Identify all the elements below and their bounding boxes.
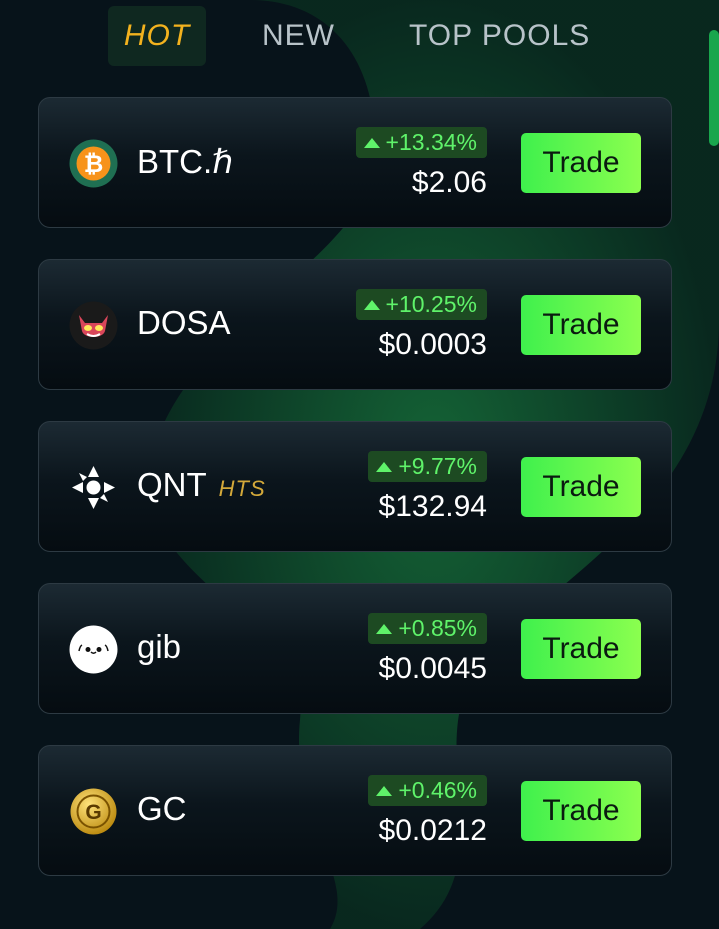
btc-icon: ₿ (69, 139, 118, 188)
change-badge: +0.46% (368, 775, 487, 806)
change-badge: +9.77% (368, 451, 487, 482)
up-arrow-icon (376, 623, 393, 634)
token-symbol: gib (137, 628, 182, 665)
gib-icon (69, 625, 118, 674)
tab-hot[interactable]: HOT (108, 6, 206, 66)
up-arrow-icon (376, 785, 393, 796)
token-price: $0.0003 (378, 328, 487, 361)
token-name: QNT HTS (137, 466, 266, 504)
trade-button[interactable]: Trade (521, 781, 641, 841)
change-value: +9.77% (398, 453, 477, 479)
svg-text:G: G (85, 801, 101, 824)
token-card: G GC +0.46% $0.0212 Trade (38, 745, 672, 876)
dosa-icon (69, 301, 118, 350)
change-value: +10.25% (385, 291, 477, 317)
change-badge: +0.85% (368, 613, 487, 644)
token-symbol: GC (137, 790, 187, 827)
gc-icon: G (69, 787, 118, 836)
trade-button[interactable]: Trade (521, 133, 641, 193)
change-value: +0.85% (398, 615, 477, 641)
token-price: $2.06 (411, 166, 487, 199)
token-symbol: QNT (137, 466, 207, 503)
tab-new[interactable]: NEW (262, 6, 335, 66)
tab-top-pools[interactable]: TOP POOLS (409, 6, 590, 66)
token-price: $0.0045 (378, 652, 487, 685)
qnt-icon (69, 463, 118, 512)
change-badge: +13.34% (355, 127, 487, 158)
token-name: gib (137, 628, 181, 666)
scrollbar[interactable] (709, 30, 719, 146)
trade-button[interactable]: Trade (521, 619, 641, 679)
token-symbol: BTC.ℏ (137, 143, 234, 180)
change-value: +13.34% (385, 129, 477, 155)
token-name: BTC.ℏ (137, 142, 233, 181)
up-arrow-icon (376, 461, 393, 472)
token-name: DOSA (137, 304, 231, 342)
up-arrow-icon (363, 299, 380, 310)
token-card: ₿ BTC.ℏ +13.34% $2.06 Trade (38, 97, 672, 228)
token-card: gib +0.85% $0.0045 Trade (38, 583, 672, 714)
token-list: ₿ BTC.ℏ +13.34% $2.06 Trade DOSA +10.25%… (38, 97, 672, 907)
change-value: +0.46% (398, 777, 477, 803)
token-card: QNT HTS +9.77% $132.94 Trade (38, 421, 672, 552)
svg-text:₿: ₿ (84, 151, 104, 178)
token-price: $0.0212 (378, 814, 487, 847)
change-badge: +10.25% (355, 289, 487, 320)
token-price: $132.94 (378, 490, 487, 523)
trade-button[interactable]: Trade (521, 295, 641, 355)
token-tag: HTS (218, 476, 266, 501)
up-arrow-icon (363, 137, 380, 148)
tab-bar: HOT NEW TOP POOLS (108, 6, 590, 66)
token-symbol: DOSA (137, 304, 231, 341)
token-card: DOSA +10.25% $0.0003 Trade (38, 259, 672, 390)
trade-button[interactable]: Trade (521, 457, 641, 517)
token-name: GC (137, 790, 187, 828)
